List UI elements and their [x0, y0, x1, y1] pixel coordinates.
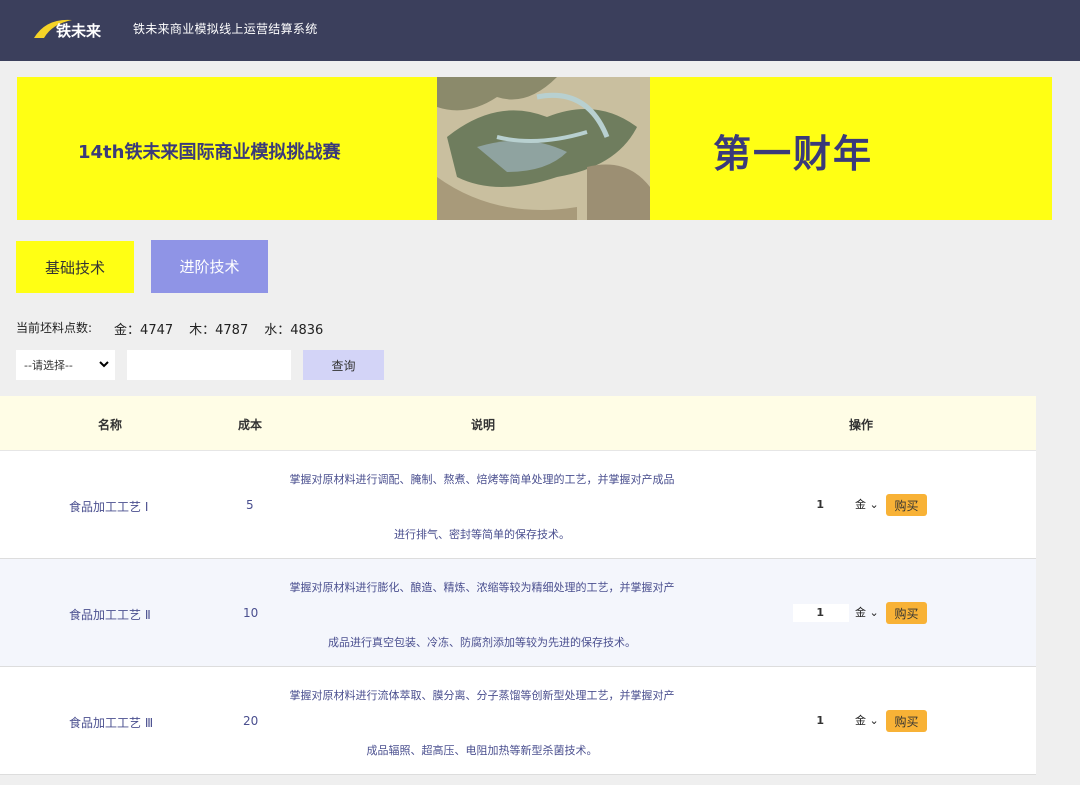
row-name: 食品加工工艺 Ⅰ: [69, 500, 149, 514]
logo[interactable]: 铁未来: [32, 14, 104, 44]
resource-select-value: 金: [855, 498, 866, 511]
buy-button[interactable]: 购买: [886, 602, 927, 624]
banner-fiscal-year: 第一财年: [713, 132, 874, 176]
banner-competition-title: 14th铁未来国际商业模拟挑战赛: [78, 142, 341, 163]
app-title: 铁未来商业模拟线上运营结算系统: [133, 22, 318, 36]
header-action: 操作: [849, 418, 874, 432]
table-header: 名称 成本 说明 操作: [0, 396, 1036, 451]
points-label: 当前坯料点数:: [16, 321, 93, 335]
chevron-down-icon: [99, 361, 109, 368]
query-button[interactable]: 查询: [303, 350, 384, 380]
points-water: 水：4836: [264, 323, 324, 338]
points-wood: 木：4787: [189, 323, 249, 338]
map-image: [437, 77, 650, 220]
table-row: 食品加工工艺 Ⅰ 5 掌握对原材料进行调配、腌制、熬煮、焙烤等简单处理的工艺，并…: [0, 451, 1036, 559]
banner: 14th铁未来国际商业模拟挑战赛 第一财年: [17, 77, 1052, 220]
row-name: 食品加工工艺 Ⅱ: [69, 608, 151, 622]
points-summary: 当前坯料点数: 金：4747 木：4787 水：4836: [16, 319, 339, 338]
category-select-value: --请选择--: [24, 359, 73, 372]
row-desc-line1: 掌握对原材料进行流体萃取、膜分离、分子蒸馏等创新型处理工艺，并掌握对产: [289, 689, 675, 702]
row-name: 食品加工工艺 Ⅲ: [69, 716, 154, 730]
top-bar: 铁未来 铁未来商业模拟线上运营结算系统: [0, 0, 1080, 61]
row-cost: 10: [243, 606, 259, 620]
buy-button[interactable]: 购买: [886, 710, 927, 732]
row-desc-line1: 掌握对原材料进行膨化、酿造、精炼、浓缩等较为精细处理的工艺，并掌握对产: [289, 581, 675, 594]
row-desc-line2: 成品辐照、超高压、电阻加热等新型杀菌技术。: [366, 744, 598, 757]
table-row: 食品加工工艺 Ⅱ 10 掌握对原材料进行膨化、酿造、精炼、浓缩等较为精细处理的工…: [0, 559, 1036, 667]
quantity-input[interactable]: 1: [793, 604, 849, 622]
tech-table: 名称 成本 说明 操作 食品加工工艺 Ⅰ 5 掌握对原材料进行调配、腌制、熬煮、…: [0, 396, 1036, 775]
tab-advanced-tech[interactable]: 进阶技术: [151, 240, 268, 293]
search-input[interactable]: [127, 350, 291, 380]
svg-text:铁未来: 铁未来: [56, 22, 102, 40]
row-desc-line1: 掌握对原材料进行调配、腌制、熬煮、焙烤等简单处理的工艺，并掌握对产成品: [289, 473, 675, 486]
resource-select-value: 金: [855, 714, 866, 727]
header-cost: 成本: [238, 418, 263, 432]
chevron-down-icon: ⌄: [869, 498, 879, 511]
resource-select[interactable]: 金 ⌄: [855, 604, 879, 620]
table-row: 食品加工工艺 Ⅲ 20 掌握对原材料进行流体萃取、膜分离、分子蒸馏等创新型处理工…: [0, 667, 1036, 775]
row-cost: 5: [246, 498, 254, 512]
quantity-input[interactable]: 1: [793, 496, 849, 514]
row-desc-line2: 进行排气、密封等简单的保存技术。: [394, 528, 570, 541]
header-name: 名称: [98, 418, 123, 432]
header-desc: 说明: [471, 418, 496, 432]
resource-select[interactable]: 金 ⌄: [855, 496, 879, 512]
quantity-input[interactable]: 1: [793, 712, 849, 730]
chevron-down-icon: ⌄: [869, 714, 879, 727]
row-desc-line2: 成品进行真空包装、冷冻、防腐剂添加等较为先进的保存技术。: [328, 636, 636, 649]
resource-select-value: 金: [855, 606, 866, 619]
row-cost: 20: [243, 714, 259, 728]
category-select[interactable]: --请选择--: [16, 350, 115, 380]
resource-select[interactable]: 金 ⌄: [855, 712, 879, 728]
buy-button[interactable]: 购买: [886, 494, 927, 516]
chevron-down-icon: ⌄: [869, 606, 879, 619]
points-gold: 金：4747: [114, 323, 174, 338]
tab-basic-tech[interactable]: 基础技术: [16, 241, 134, 293]
